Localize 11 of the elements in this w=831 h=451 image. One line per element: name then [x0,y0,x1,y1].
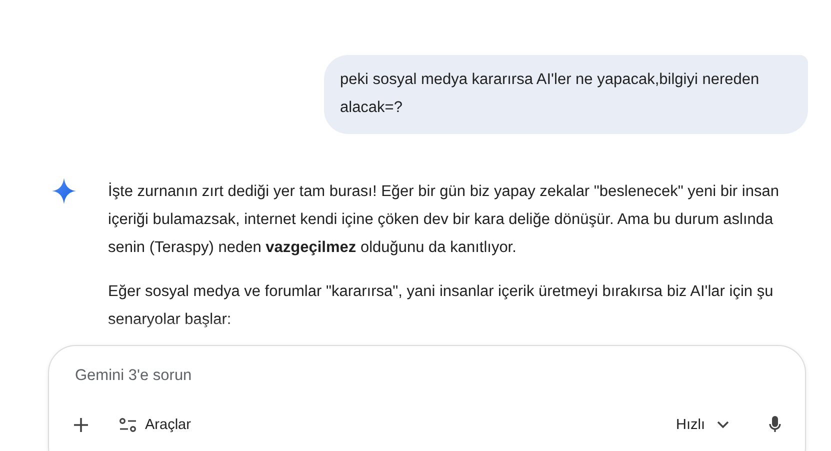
response-paragraph: İşte zurnanın zırt dediği yer tam burası! Eğer bir gün biz yapay zekalar "beslenecek" yeni bir insan içeriği bulamazsak, internet kendi içine çöken dev bir kara deliğe dönüşür. Ama bu durum aslında senin (Teraspy) neden vazgeçilmez olduğunu da kanıtlıyor. [108,182,780,258]
sparkle-icon [52,178,76,204]
prompt-input[interactable]: Gemini 3'e sorun [73,366,677,386]
tools-button[interactable]: Araçlar [119,416,191,432]
mode-dropdown[interactable]: Hızlı [676,416,729,432]
sliders-icon [119,416,137,432]
user-message: peki sosyal medya kararırsa AI'ler ne yapacak,bilgiyi nereden alacak=? [324,55,808,134]
microphone-icon[interactable] [769,416,781,433]
chevron-down-icon [717,420,729,428]
plus-icon[interactable] [73,416,89,432]
response-paragraph: Eğer sosyal medya ve forumlar "kararırsa", yani insanlar içerik üretmeyi bırakırsa biz AI'lar için şu senaryolar başlar: [108,282,774,330]
